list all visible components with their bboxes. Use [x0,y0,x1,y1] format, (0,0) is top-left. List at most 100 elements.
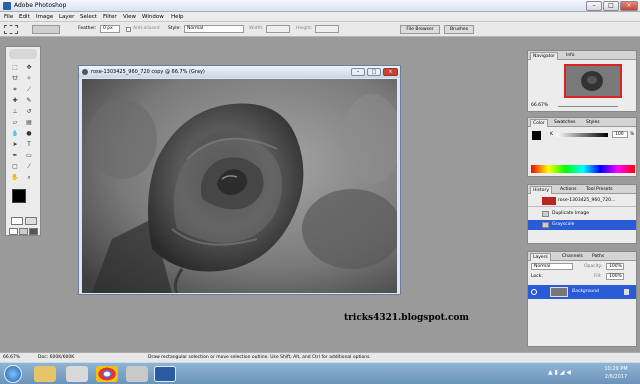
blur-tool-icon[interactable]: 💧 [10,129,20,138]
standard-mode-icon[interactable] [11,217,23,225]
menu-help[interactable]: Help [171,14,184,20]
history-item-duplicate: Duplicate Image [552,211,589,216]
gradient-tool-icon[interactable]: ▤ [24,118,34,127]
tab-layers[interactable]: Layers [530,253,551,261]
history-tab-strip: History Actions Tool Presets [528,185,636,194]
navigator-zoom-value[interactable]: 66.67% [531,103,548,108]
pen-tool-icon[interactable]: ✒ [10,151,20,160]
marquee-tool-icon[interactable]: ⬚ [10,63,20,72]
chrome-icon[interactable] [96,366,118,382]
navigator-zoom-slider[interactable] [558,106,618,107]
image-canvas[interactable] [82,79,397,293]
move-tool-icon[interactable]: ✥ [24,63,34,72]
clock-time[interactable]: 10:29 PM [598,366,634,372]
status-doc-size[interactable]: Doc: 600K/600K [38,355,74,360]
menu-edit[interactable]: Edit [19,14,30,20]
menu-image[interactable]: Image [36,14,53,20]
path-selection-icon[interactable]: ➤ [10,140,20,149]
minimize-button[interactable]: – [586,1,602,11]
navigator-thumbnail[interactable] [564,64,622,98]
slice-tool-icon[interactable]: ⟋ [24,85,34,94]
color-tab-strip: Color Swatches Styles [528,118,636,127]
stamp-tool-icon[interactable]: ⊥ [10,107,20,116]
notes-tool-icon[interactable]: ▢ [10,162,20,171]
media-player-icon[interactable] [66,366,88,382]
feather-label: Feather: [78,26,97,31]
doc-minimize-button[interactable]: – [351,68,365,76]
tab-channels[interactable]: Channels [560,253,585,261]
style-select[interactable]: Normal [184,25,244,33]
width-input[interactable] [266,25,290,33]
tab-paths[interactable]: Paths [590,253,606,261]
lasso-tool-icon[interactable]: ᗢ [10,74,20,83]
layer-thumbnail [550,287,568,297]
doc-close-button[interactable]: × [383,68,398,76]
tab-tool-presets[interactable]: Tool Presets [584,186,615,194]
antialiased-checkbox[interactable] [126,27,131,32]
history-item-grayscale: Grayscale [552,222,575,227]
layer-row-background[interactable]: Background [528,285,636,299]
fill-input[interactable]: 100% [606,273,624,280]
document-window[interactable]: rose-1303425_960_720 copy @ 66.7% (Gray)… [78,65,401,295]
explorer-icon[interactable] [34,366,56,382]
screen-mode-black-icon[interactable] [29,228,38,235]
maximize-button[interactable]: □ [603,1,619,11]
brush-tool-icon[interactable]: ✎ [24,96,34,105]
options-bar: Feather: 0 px Anti-aliased Style: Normal… [0,22,640,37]
foreground-color-swatch[interactable] [12,189,26,203]
menu-layer[interactable]: Layer [59,14,74,20]
shape-tool-icon[interactable]: ▭ [24,151,34,160]
status-zoom[interactable]: 66.67% [3,355,20,360]
marquee-preset-icon[interactable] [4,25,18,34]
menu-bar: File Edit Image Layer Select Filter View… [0,12,640,22]
history-row-duplicate[interactable]: Duplicate Image [528,209,636,219]
crop-tool-icon[interactable]: ⌗ [10,85,20,94]
tab-color[interactable]: Color [530,119,548,127]
color-spectrum-bar[interactable] [531,165,635,173]
history-snapshot-row[interactable]: rose-1303425_960_720... [528,195,636,207]
file-browser-tab[interactable]: File Browser [400,25,440,34]
opacity-input[interactable]: 100% [606,263,624,270]
menu-select[interactable]: Select [80,14,97,20]
healing-brush-icon[interactable]: ✚ [10,96,20,105]
feather-input[interactable]: 0 px [100,25,120,33]
menu-file[interactable]: File [4,14,13,20]
dodge-tool-icon[interactable]: ● [24,129,34,138]
type-tool-icon[interactable]: T [24,140,34,149]
photoshop-taskbar-icon[interactable] [154,366,176,382]
zoom-tool-icon[interactable]: ⌕ [24,173,34,182]
menu-filter[interactable]: Filter [103,14,117,20]
screen-mode-full-icon[interactable] [19,228,28,235]
magic-wand-icon[interactable]: ✧ [24,74,34,83]
tab-navigator[interactable]: Navigator [530,52,559,60]
quick-mask-icon[interactable] [25,217,37,225]
close-button[interactable]: × [620,1,638,11]
layer-visibility-icon[interactable] [531,289,537,295]
start-button[interactable] [4,365,22,383]
tray-icons[interactable]: ▲ ▮ ◢ ◀ [548,369,588,379]
tab-styles[interactable]: Styles [584,119,602,127]
blend-mode-select[interactable]: Normal [531,263,573,270]
menu-window[interactable]: Window [142,14,164,20]
clock-date[interactable]: 2/6/2017 [598,374,634,380]
color-fg-swatch[interactable] [532,131,541,140]
menu-view[interactable]: View [123,14,136,20]
screen-mode-standard-icon[interactable] [9,228,18,235]
height-input[interactable] [315,25,339,33]
history-brush-icon[interactable]: ↺ [24,107,34,116]
tab-history[interactable]: History [530,186,553,194]
app-icon[interactable] [126,366,148,382]
eyedropper-icon[interactable]: ⁄ [24,162,34,171]
tab-swatches[interactable]: Swatches [552,119,578,127]
hand-tool-icon[interactable]: ✋ [10,173,20,182]
tab-info[interactable]: Info [564,52,577,60]
k-value-input[interactable]: 100 [612,131,628,138]
k-slider[interactable] [556,133,608,137]
history-row-grayscale[interactable]: Grayscale [528,220,636,230]
brushes-tab[interactable]: Brushes [444,25,474,34]
eraser-tool-icon[interactable]: ▱ [10,118,20,127]
tab-actions[interactable]: Actions [558,186,578,194]
document-title-bar[interactable]: rose-1303425_960_720 copy @ 66.7% (Gray)… [79,66,400,78]
doc-maximize-button[interactable]: □ [367,68,381,76]
selection-mode-icons[interactable] [32,25,60,34]
